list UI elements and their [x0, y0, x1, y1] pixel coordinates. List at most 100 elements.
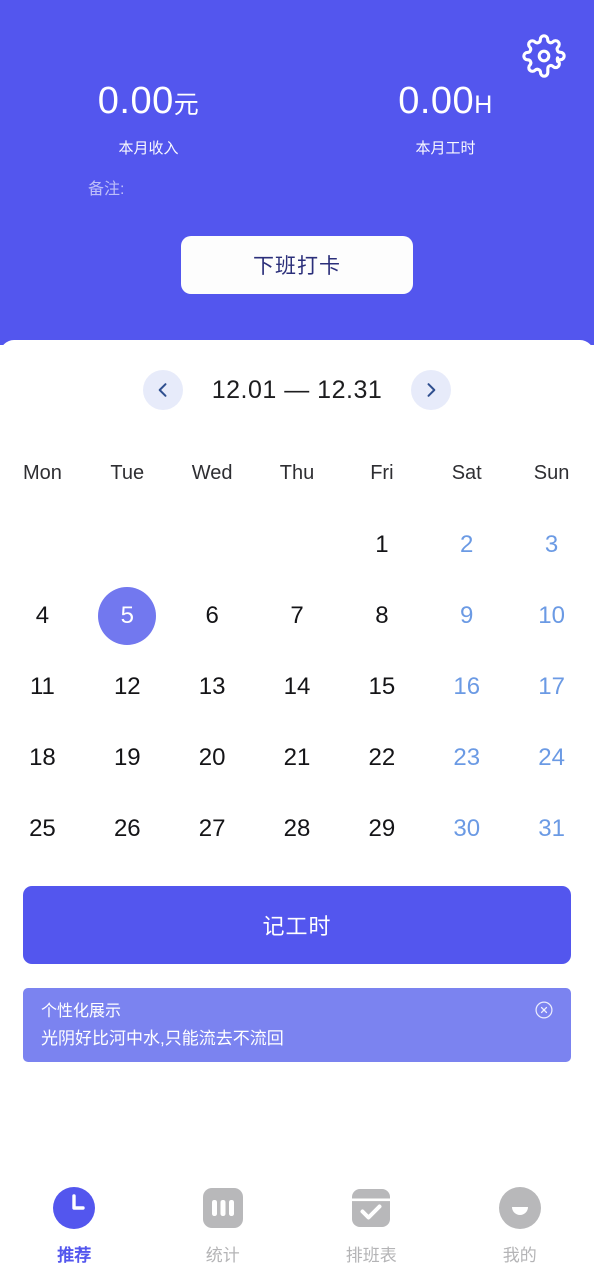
calendar-day-number: 25: [29, 814, 56, 842]
month-range-label: 12.01 — 12.31: [211, 375, 383, 404]
calendar-day-24[interactable]: 24: [509, 722, 594, 793]
calendar-day-23[interactable]: 23: [424, 722, 509, 793]
calendar-day-number: 9: [460, 601, 474, 629]
calendar-day-2[interactable]: 2: [424, 509, 509, 580]
stat-hours-value: 0.00H: [398, 80, 493, 122]
chevron-right-icon: [421, 380, 441, 400]
weekday-header-row: Mon Tue Wed Thu Fri Sat Sun: [0, 438, 594, 509]
calendar-day-20[interactable]: 20: [170, 722, 255, 793]
calendar-day-number: 3: [544, 530, 559, 558]
stats-row: 0.00元 本月收入 0.00H 本月工时: [0, 78, 594, 159]
calendar-day-number: 5: [120, 601, 134, 629]
calendar-day-21[interactable]: 21: [255, 722, 340, 793]
calendar-day-number: 17: [538, 672, 565, 700]
calendar-week-row: 18 19 20 21 22 23 24: [0, 722, 594, 793]
nav-label-schedule: 排班表: [345, 1246, 397, 1265]
banner-close-button[interactable]: [533, 1000, 555, 1023]
calendar-day-number: 18: [29, 743, 56, 771]
weekday-label: Tue: [110, 462, 145, 484]
calendar-day-number: 19: [113, 743, 141, 771]
clock-out-button[interactable]: 下班打卡: [181, 236, 413, 294]
calendar-day-number: 7: [290, 601, 304, 629]
content-card: 12.01 — 12.31 Mon Tue Wed Thu Fri Sat Sun 1234…: [0, 340, 594, 1280]
stat-hours-unit: H: [474, 91, 493, 119]
bottom-navigation: 推荐 统计 排班表 我的: [0, 1170, 594, 1280]
calendar-week-row: 11 12 13 14 15 16 17: [0, 651, 594, 722]
calendar-day-number: 16: [453, 672, 481, 700]
calendar-day-number: 1: [375, 530, 389, 558]
calendar-day-number: 15: [368, 672, 396, 700]
calendar-week-row: 1 2 3: [0, 509, 594, 580]
weekday-label: Mon: [22, 462, 62, 484]
calendar-day-number: 29: [368, 814, 396, 842]
calendar-day-26[interactable]: 26: [85, 793, 170, 864]
banner-text: 光阴好比河中水,只能流去不流回: [41, 1029, 284, 1048]
calendar-check-icon: [347, 1184, 395, 1232]
nav-item-recommend[interactable]: 推荐: [0, 1184, 149, 1266]
calendar-day-number: 21: [283, 743, 311, 771]
calendar-day-5[interactable]: 5: [85, 580, 170, 651]
calendar-day-14[interactable]: 14: [255, 651, 340, 722]
calendar-day-31[interactable]: 31: [509, 793, 594, 864]
next-month-button[interactable]: [411, 370, 451, 410]
calendar-day-22[interactable]: 22: [339, 722, 424, 793]
calendar-day-number: 14: [283, 672, 311, 700]
nav-label-profile: 我的: [502, 1246, 537, 1265]
nav-item-statistics[interactable]: 统计: [149, 1184, 298, 1266]
calendar-day-number: 4: [35, 601, 50, 629]
stat-hours: 0.00H 本月工时: [297, 78, 594, 159]
stat-income-value: 0.00元: [97, 80, 200, 122]
calendar-day-8[interactable]: 8: [339, 580, 424, 651]
calendar-day-number: 30: [453, 814, 481, 842]
calendar-day-3[interactable]: 3: [509, 509, 594, 580]
calendar-day-4[interactable]: 4: [0, 580, 85, 651]
calendar-day-19[interactable]: 19: [85, 722, 170, 793]
calendar-day-15[interactable]: 15: [339, 651, 424, 722]
promo-banner: 个性化展示 光阴好比河中水,只能流去不流回: [23, 988, 571, 1062]
calendar-day-27[interactable]: 27: [170, 793, 255, 864]
calendar-day-25[interactable]: 25: [0, 793, 85, 864]
nav-item-profile[interactable]: 我的: [446, 1184, 594, 1266]
calendar-day-number: 31: [538, 814, 565, 842]
month-navigation: 12.01 — 12.31: [0, 365, 594, 415]
calendar-day-number: 2: [460, 530, 474, 558]
header-panel: 0.00元 本月收入 0.00H 本月工时 备注: 下班打卡: [0, 0, 594, 345]
calendar-day-18[interactable]: 18: [0, 722, 85, 793]
calendar-day-16[interactable]: 16: [424, 651, 509, 722]
smiley-face-icon: [496, 1184, 544, 1232]
calendar-day-number: 10: [538, 601, 565, 629]
calendar-day-12[interactable]: 12: [85, 651, 170, 722]
calendar-day-17[interactable]: 17: [509, 651, 594, 722]
calendar-day-number: 12: [113, 672, 141, 700]
calendar-day-number: 13: [198, 672, 226, 700]
record-hours-button[interactable]: 记工时: [23, 886, 571, 964]
nav-item-schedule[interactable]: 排班表: [297, 1184, 446, 1266]
stat-income: 0.00元 本月收入: [0, 78, 297, 159]
calendar-day-29[interactable]: 29: [339, 793, 424, 864]
weekday-header-sun: Sun: [509, 438, 594, 509]
weekday-header-fri: Fri: [339, 438, 424, 509]
settings-button[interactable]: [518, 30, 570, 82]
calendar-day-1[interactable]: 1: [339, 509, 424, 580]
prev-month-button[interactable]: [143, 370, 183, 410]
weekday-label: Thu: [279, 462, 315, 484]
calendar-day-number: 28: [283, 814, 311, 842]
calendar-day-9[interactable]: 9: [424, 580, 509, 651]
calendar-day-11[interactable]: 11: [0, 651, 85, 722]
calendar-day-empty: [170, 509, 255, 580]
calendar-day-6[interactable]: 6: [170, 580, 255, 651]
calendar-day-number: 11: [29, 672, 55, 700]
calendar-day-30[interactable]: 30: [424, 793, 509, 864]
calendar-day-28[interactable]: 28: [255, 793, 340, 864]
weekday-header-tue: Tue: [85, 438, 170, 509]
calendar-day-empty: [0, 509, 85, 580]
clock-icon: [50, 1184, 98, 1232]
calendar-day-number: 23: [453, 743, 481, 771]
weekday-label: Fri: [370, 462, 394, 484]
calendar-day-7[interactable]: 7: [255, 580, 340, 651]
calendar-day-10[interactable]: 10: [509, 580, 594, 651]
weekday-header-wed: Wed: [170, 438, 255, 509]
calendar-day-13[interactable]: 13: [170, 651, 255, 722]
app-screen: 0.00元 本月收入 0.00H 本月工时 备注: 下班打卡 12.01 — 1…: [0, 0, 594, 1280]
gear-icon: [522, 34, 566, 78]
